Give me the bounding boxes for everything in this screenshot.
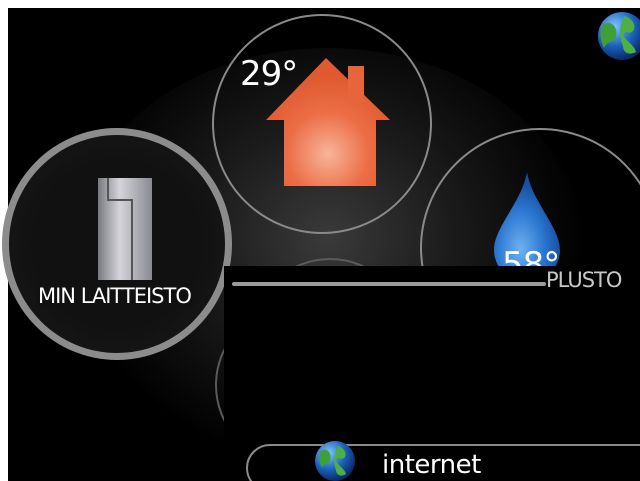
panel-divider (232, 282, 546, 286)
globe-icon (315, 441, 355, 481)
house-temperature: 29° (240, 54, 298, 94)
panel-title: PLUSTO (546, 268, 622, 292)
my-device-label: MIN LAITTEISTO (36, 284, 193, 308)
internet-label: internet (382, 450, 481, 480)
globe-icon[interactable] (598, 10, 640, 62)
page: 29° 58° MIN LAITTEISTO PLUSTO internet (0, 0, 640, 481)
device-icon (98, 178, 152, 280)
